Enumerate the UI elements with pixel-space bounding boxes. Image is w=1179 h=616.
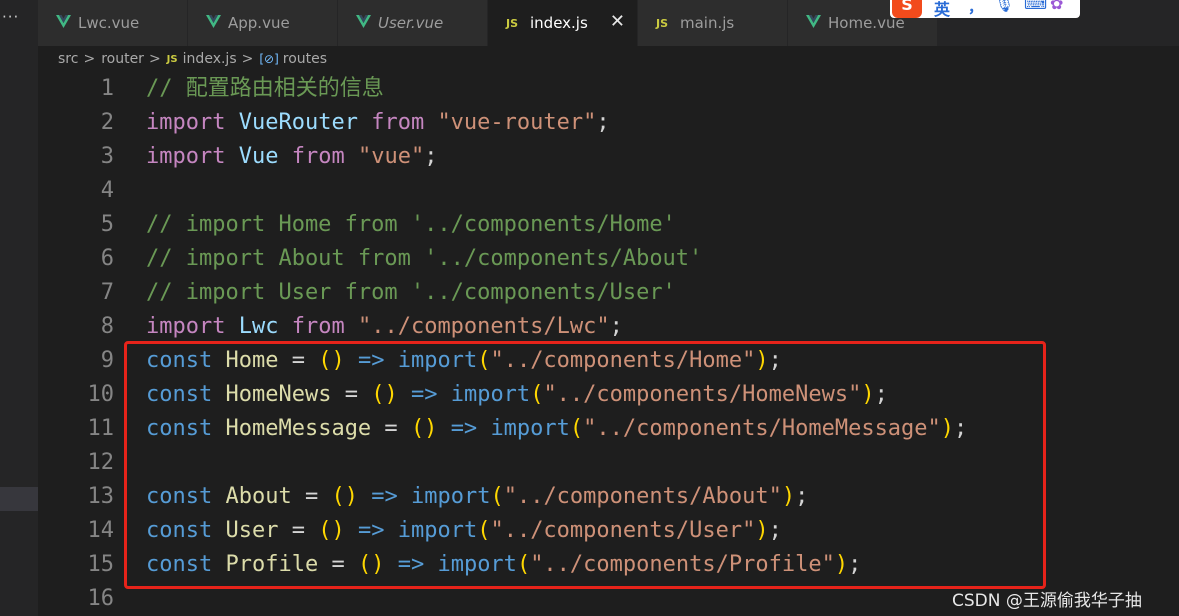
line-number: 16	[87, 586, 115, 611]
tab-label: index.js	[530, 14, 588, 32]
line-number: 9	[100, 348, 114, 373]
code-text: // import Home from '../components/Home'	[146, 212, 676, 237]
skin-icon[interactable]: ✿	[1050, 0, 1063, 13]
line-number: 10	[87, 382, 115, 407]
punctuation-icon[interactable]: ，	[968, 0, 983, 17]
code-line[interactable]: 8 import Lwc from "../components/Lwc";	[38, 310, 1179, 344]
watermark: CSDN @王源偷我华子抽	[952, 591, 1142, 611]
tab-lwc-vue[interactable]: Lwc.vue	[38, 0, 188, 46]
line-number: 3	[100, 144, 114, 169]
line-number: 5	[100, 212, 114, 237]
js-icon: JS	[506, 16, 519, 30]
vue-icon	[206, 14, 221, 32]
line-number: 2	[100, 110, 114, 135]
vue-icon	[806, 14, 821, 32]
highlight-annotation-box	[124, 341, 1046, 589]
tab-app-vue[interactable]: App.vue	[188, 0, 338, 46]
tab-main-js[interactable]: JS main.js	[638, 0, 788, 46]
variable-symbol-icon: [⊘]	[259, 52, 279, 66]
vue-icon	[56, 14, 71, 32]
ime-toolbar[interactable]: S 英 ， 🎙 ⌨ ✿	[890, 0, 1080, 20]
code-line[interactable]: 2 import VueRouter from "vue-router";	[38, 106, 1179, 140]
tab-user-vue[interactable]: User.vue	[338, 0, 488, 46]
line-number: 15	[87, 552, 115, 577]
tab-index-js[interactable]: JS index.js ✕	[488, 0, 638, 46]
line-number: 14	[87, 518, 115, 543]
code-line[interactable]: 7 // import User from '../components/Use…	[38, 276, 1179, 310]
line-number: 1	[100, 76, 114, 101]
chevron-right-icon: >	[148, 51, 161, 67]
code-line[interactable]: 5 // import Home from '../components/Hom…	[38, 208, 1179, 242]
ime-mode-indicator[interactable]: 英	[934, 0, 950, 20]
line-number: 13	[87, 484, 115, 509]
code-line[interactable]: 1 // 配置路由相关的信息	[38, 72, 1179, 106]
code-text: // import User from '../components/User'	[146, 280, 676, 305]
line-number: 8	[100, 314, 114, 339]
code-text: import VueRouter from "vue-router";	[146, 110, 610, 135]
tab-label: Lwc.vue	[78, 14, 140, 32]
breadcrumb-item-file[interactable]: index.js	[183, 51, 237, 67]
code-text: // import About from '../components/Abou…	[146, 246, 703, 271]
tab-label: App.vue	[228, 14, 290, 32]
breadcrumb: src > router > JS index.js > [⊘] routes	[38, 46, 1179, 72]
close-icon[interactable]: ✕	[610, 12, 625, 32]
breadcrumb-item-src[interactable]: src	[58, 51, 78, 67]
chevron-right-icon: >	[83, 51, 96, 67]
js-icon: JS	[656, 16, 669, 30]
js-icon: JS	[166, 53, 178, 65]
code-text: // 配置路由相关的信息	[146, 76, 384, 101]
code-text: import Lwc from "../components/Lwc";	[146, 314, 623, 339]
more-actions-icon[interactable]: ···	[0, 8, 24, 26]
chevron-right-icon: >	[241, 51, 254, 67]
line-number: 6	[100, 246, 114, 271]
line-number: 7	[100, 280, 114, 305]
breadcrumb-item-symbol[interactable]: routes	[283, 51, 327, 67]
tab-label: User.vue	[378, 14, 444, 32]
sogou-logo-icon: S	[892, 0, 922, 18]
line-number: 11	[87, 416, 115, 441]
keyboard-icon[interactable]: ⌨	[1024, 0, 1047, 13]
code-line[interactable]: 4	[38, 174, 1179, 208]
breadcrumb-item-router[interactable]: router	[101, 51, 144, 67]
vue-icon	[356, 14, 371, 32]
line-number: 12	[87, 450, 115, 475]
code-text: import Vue from "vue";	[146, 144, 438, 169]
code-line[interactable]: 3 import Vue from "vue";	[38, 140, 1179, 174]
line-number: 4	[100, 178, 114, 203]
tab-label: main.js	[680, 14, 735, 32]
code-line[interactable]: 6 // import About from '../components/Ab…	[38, 242, 1179, 276]
microphone-icon[interactable]: 🎙	[994, 0, 1014, 13]
